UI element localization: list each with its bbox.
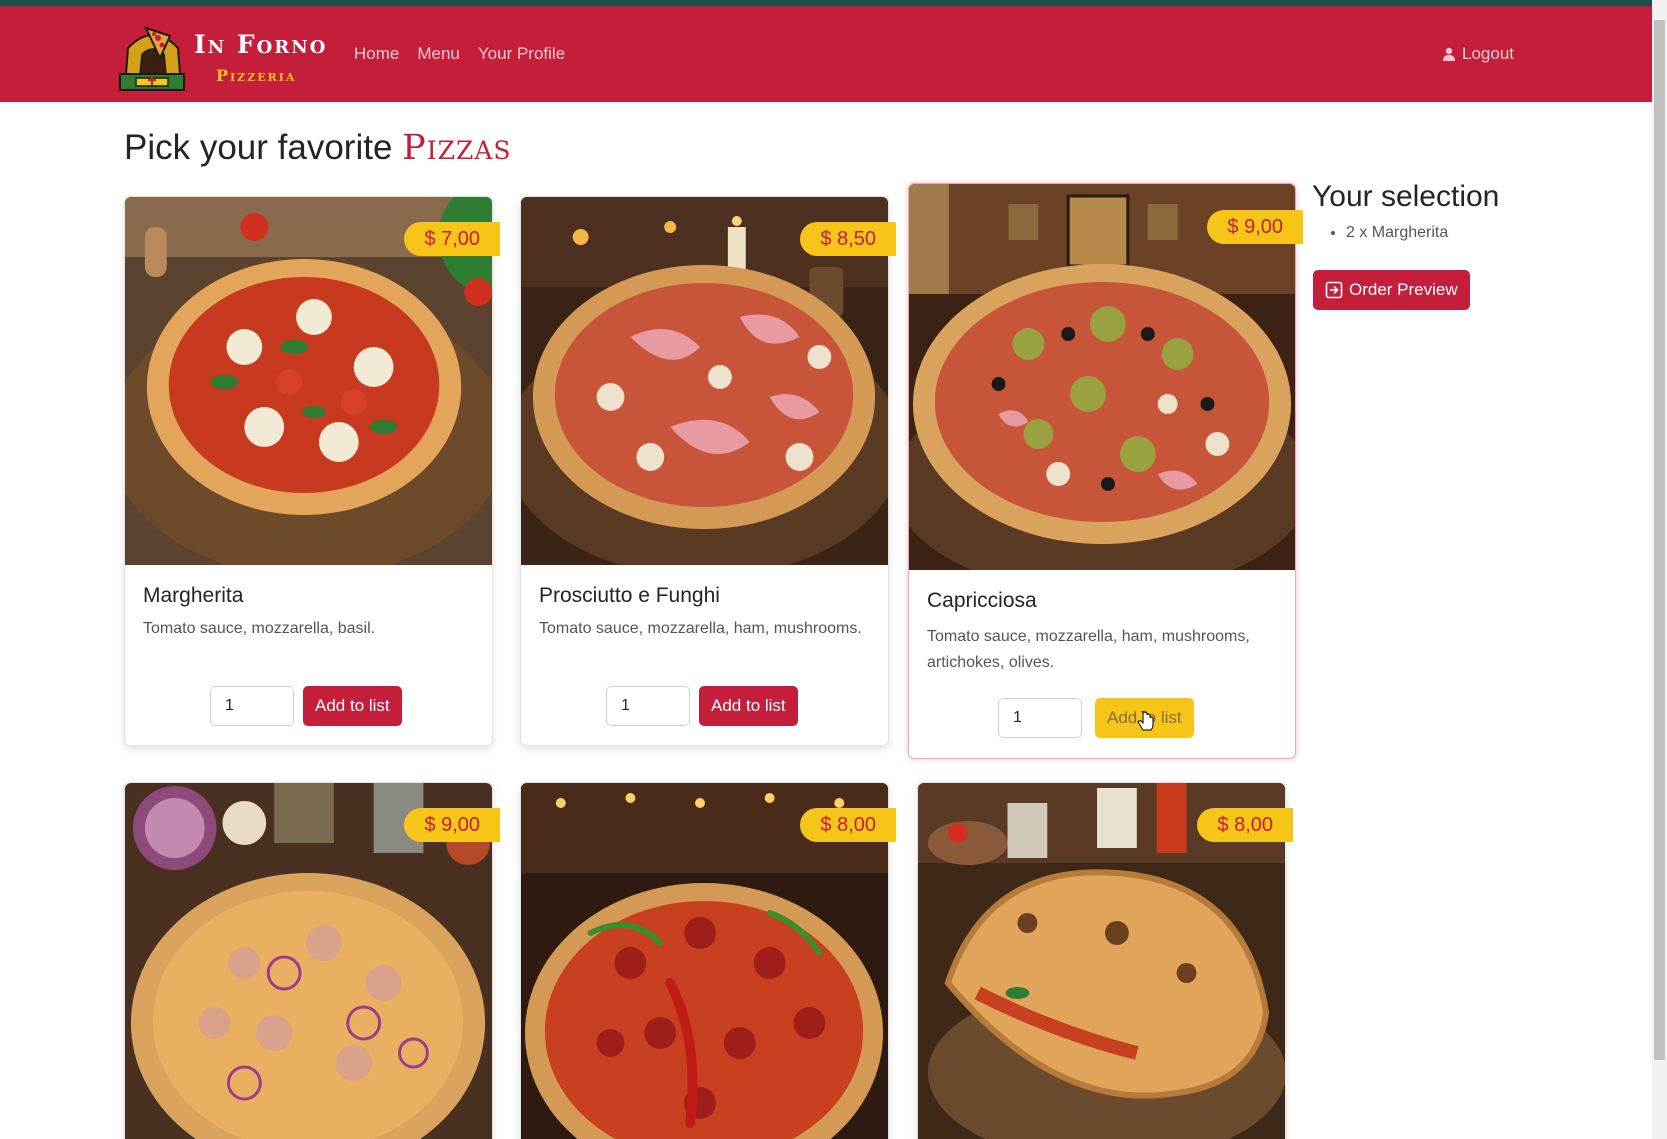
selection-item: 2 x Margherita	[1346, 224, 1612, 242]
nav-link-menu[interactable]: Menu	[417, 44, 460, 64]
logout-link[interactable]: Logout	[1442, 44, 1514, 64]
pizza-card-margherita: $ 7,00 Margherita Tomato sauce, mozzarel…	[124, 196, 500, 746]
order-preview-button[interactable]: Order Preview	[1313, 270, 1470, 310]
quantity-input[interactable]	[606, 686, 690, 726]
navbar: In Forno Pizzeria Home Menu Your Profile…	[0, 6, 1652, 102]
price-badge: $ 9,00	[404, 808, 500, 842]
selection-list: 2 x Margherita	[1312, 224, 1612, 242]
pizza-card-diavola: $ 8,00	[520, 782, 896, 1139]
price-badge: $ 8,00	[800, 808, 896, 842]
selection-title: Your selection	[1312, 180, 1500, 213]
nav-links: Home Menu Your Profile	[354, 44, 565, 64]
pizza-card-capricciosa: $ 9,00 Capricciosa Tomato sauce, mozzare…	[908, 183, 1303, 759]
pizzeria-logo-icon	[119, 26, 185, 91]
scrollbar-thumb[interactable]	[1654, 20, 1665, 1060]
brand-name: In Forno	[194, 30, 328, 59]
pizza-description: Tomato sauce, mozzarella, basil.	[143, 620, 376, 637]
selection-panel: Your selection 2 x Margherita	[1312, 180, 1612, 246]
pizza-card-calzone: $ 8,00	[917, 782, 1293, 1139]
pizza-name: Capricciosa	[927, 589, 1037, 612]
add-to-list-button[interactable]: Add to list	[699, 686, 798, 726]
hand-cursor-icon	[1137, 711, 1154, 731]
quantity-input[interactable]	[998, 698, 1082, 738]
box-arrow-in-icon	[1325, 281, 1343, 299]
pizza-description: Tomato sauce, mozzarella, ham, mushrooms…	[927, 628, 1250, 671]
user-icon	[1443, 47, 1455, 61]
logout-label: Logout	[1462, 44, 1514, 63]
page-title-prefix: Pick your favorite	[124, 128, 393, 167]
page-title: Pick your favorite Pizzas	[124, 128, 512, 168]
nav-link-home[interactable]: Home	[354, 44, 399, 64]
pizza-card-prosciutto-e-funghi: $ 8,50 Prosciutto e Funghi Tomato sauce,…	[520, 196, 896, 746]
price-badge: $ 9,00	[1207, 210, 1303, 244]
price-badge: $ 8,50	[800, 222, 896, 256]
pizza-name: Margherita	[143, 584, 244, 607]
nav-link-profile[interactable]: Your Profile	[478, 44, 565, 64]
pizza-name: Prosciutto e Funghi	[539, 584, 720, 607]
order-preview-label: Order Preview	[1349, 280, 1458, 299]
price-badge: $ 8,00	[1197, 808, 1293, 842]
pizza-description: Tomato sauce, mozzarella, ham, mushrooms…	[539, 620, 862, 637]
brand[interactable]: In Forno Pizzeria	[118, 20, 338, 92]
price-badge: $ 7,00	[404, 222, 500, 256]
pizza-card-tuna: $ 9,00	[124, 782, 500, 1139]
quantity-input[interactable]	[210, 686, 294, 726]
add-to-list-button[interactable]: Add to list	[303, 686, 402, 726]
page-title-accent: Pizzas	[402, 128, 512, 168]
brand-subtitle: Pizzeria	[216, 66, 297, 85]
